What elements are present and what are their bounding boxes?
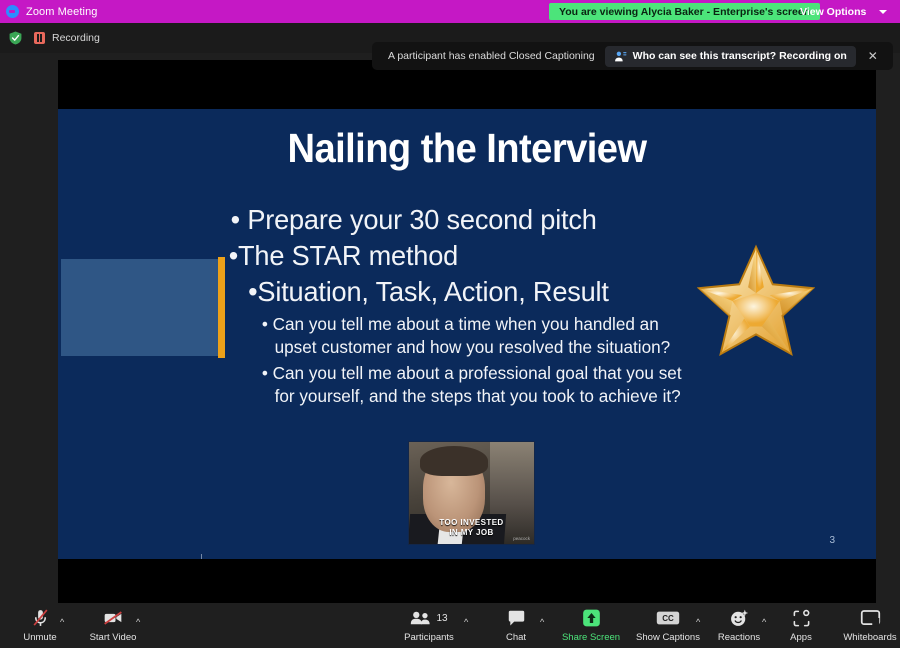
- cc-notification-message: A participant has enabled Closed Caption…: [388, 50, 595, 62]
- whiteboards-label: Whiteboards: [843, 632, 897, 643]
- chat-caret[interactable]: ^: [540, 617, 544, 627]
- shared-screen-area[interactable]: Nailing the Interview • Prepare your 30 …: [58, 60, 876, 608]
- whiteboard-icon: [860, 608, 881, 628]
- microphone-muted-icon: [31, 608, 50, 628]
- audio-options-caret[interactable]: ^: [60, 617, 64, 627]
- video-off-icon: [102, 608, 124, 628]
- view-options-label: View Options: [800, 5, 867, 18]
- share-screen-icon: [581, 608, 602, 628]
- show-captions-label: Show Captions: [636, 632, 700, 643]
- reactions-smiley-icon: [729, 608, 749, 628]
- participants-label: Participants: [404, 632, 454, 643]
- view-options-button[interactable]: View Options: [800, 2, 888, 21]
- recording-label: Recording: [52, 32, 100, 44]
- participants-count: 13: [436, 612, 448, 624]
- unmute-label: Unmute: [23, 632, 57, 643]
- question-line: for yourself, and the steps that you too…: [274, 386, 681, 407]
- chat-label: Chat: [505, 632, 527, 643]
- reactions-label: Reactions: [717, 632, 761, 643]
- share-screen-label: Share Screen: [561, 632, 621, 643]
- unmute-button[interactable]: Unmute: [3, 608, 77, 643]
- participants-caret[interactable]: ^: [464, 617, 468, 627]
- logo-primary-text: ENTERPRISE: [122, 557, 200, 559]
- share-screen-button[interactable]: Share Screen: [554, 608, 628, 643]
- zoom-logo-icon: [6, 5, 19, 18]
- slide-page-number: 3: [829, 535, 835, 546]
- apps-icon: [792, 608, 811, 628]
- presentation-slide: Nailing the Interview • Prepare your 30 …: [58, 109, 876, 559]
- show-captions-button[interactable]: CC Show Captions: [631, 608, 705, 643]
- meme-hair: [420, 446, 488, 476]
- shield-check-icon[interactable]: [9, 31, 22, 45]
- apps-button[interactable]: Apps: [764, 608, 838, 643]
- meeting-toolbar: Unmute ^ Start Video ^ 13 Participants ^…: [0, 603, 900, 648]
- captions-caret[interactable]: ^: [696, 617, 700, 627]
- closed-caption-icon: CC: [656, 608, 680, 628]
- chat-bubble-icon: [507, 608, 526, 628]
- slide-title: Nailing the Interview: [287, 125, 647, 171]
- question-line: • Can you tell me about a time when you …: [261, 314, 659, 334]
- logo-divider: [201, 554, 203, 559]
- whiteboards-button[interactable]: Whiteboards: [833, 608, 900, 643]
- participants-icon: 13: [410, 608, 448, 628]
- logo-secondary-text: HOLDINGS.: [203, 557, 271, 559]
- question-item: • Can you tell me about a professional g…: [58, 362, 860, 408]
- transcript-info-button[interactable]: Who can see this transcript? Recording o…: [604, 45, 856, 67]
- transcript-info-label: Who can see this transcript? Recording o…: [632, 50, 847, 62]
- svg-text:CC: CC: [662, 614, 674, 623]
- window-title: Zoom Meeting: [26, 5, 98, 18]
- meme-watermark: peacock: [513, 536, 530, 541]
- gold-star-icon: [697, 244, 815, 356]
- zoom-meeting-window: Zoom Meeting You are viewing Alycia Bake…: [0, 0, 900, 648]
- close-icon[interactable]: ✕: [856, 50, 887, 62]
- start-video-label: Start Video: [89, 632, 137, 643]
- bullet-item: • Prepare your 30 second pitch: [230, 204, 597, 235]
- video-options-caret[interactable]: ^: [136, 617, 140, 627]
- apps-label: Apps: [790, 632, 812, 643]
- meme-image: TOO INVESTED IN MY JOB peacock: [408, 441, 535, 545]
- recording-icon[interactable]: [34, 32, 45, 44]
- question-line: • Can you tell me about a professional g…: [261, 363, 682, 384]
- chevron-down-icon: [879, 9, 888, 14]
- screen-share-banner: You are viewing Alycia Baker - Enterpris…: [549, 3, 821, 20]
- participants-button[interactable]: 13 Participants: [392, 608, 466, 643]
- person-transcript-icon: [614, 51, 627, 61]
- enterprise-holdings-logo: ENTERPRISE HOLDINGS. Alamo enterprise ≋: [94, 554, 299, 559]
- closed-caption-notification: A participant has enabled Closed Caption…: [372, 42, 893, 70]
- meme-caption-line-1: TOO INVESTED: [439, 518, 504, 527]
